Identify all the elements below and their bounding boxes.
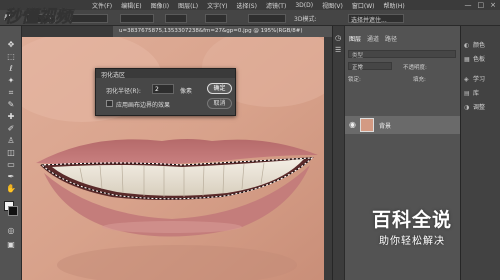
window-controls: — □ × — [465, 1, 497, 9]
feather-radius-label: 羽化半径(R): — [106, 88, 141, 95]
apply-canvas-bounds-label: 应用画布边界的效果 — [116, 102, 171, 109]
feather-radius-input[interactable]: 2 — [152, 84, 174, 94]
height-field[interactable] — [205, 14, 227, 23]
background-color-swatch[interactable] — [8, 206, 18, 216]
pen-tool-icon[interactable]: ✒ — [3, 172, 19, 181]
menu-window[interactable]: 窗口(W) — [352, 1, 375, 10]
menu-select[interactable]: 选择(S) — [236, 1, 257, 10]
opacity-label: 不透明度: — [403, 65, 427, 71]
gradient-tool-icon[interactable]: ▭ — [3, 160, 19, 169]
apply-canvas-bounds-checkbox[interactable] — [106, 100, 113, 107]
hand-tool-icon[interactable]: ✋ — [3, 184, 19, 193]
dock-item-learn[interactable]: ◈ 学习 — [464, 74, 500, 86]
dock-item-color[interactable]: ◐ 颜色 — [464, 40, 500, 52]
select-and-mask-button[interactable]: 选择并遮住... — [348, 14, 404, 24]
document-tab[interactable]: u=3837675875,1353307238&fm=27&gp=0.jpg @… — [113, 26, 333, 37]
magic-wand-icon[interactable]: ✦ — [3, 76, 19, 85]
move-tool-icon[interactable]: ✥ — [3, 40, 19, 49]
properties-icon[interactable]: ☰ — [335, 46, 341, 54]
watermark: 百科全说 助你轻松解决 — [352, 205, 472, 255]
tab-channels[interactable]: 通道 — [367, 34, 379, 45]
tab-layers[interactable]: 图层 — [349, 34, 361, 45]
panel-icon-strip: ◷ ☰ — [332, 26, 344, 280]
minimize-button[interactable]: — — [465, 1, 472, 9]
lock-label: 锁定: — [348, 77, 361, 83]
video-logo: 秒懂视频 — [2, 4, 92, 30]
menu-edit[interactable]: 编辑(E) — [121, 1, 141, 10]
menu-image[interactable]: 图像(I) — [151, 1, 169, 10]
menu-file[interactable]: 文件(F) — [92, 1, 112, 10]
layer-name: 背景 — [379, 123, 392, 130]
menu-view[interactable]: 视图(V) — [322, 1, 343, 10]
dock-item-adjustments[interactable]: ◑ 调整 — [464, 102, 500, 114]
width-field[interactable] — [165, 14, 187, 23]
visibility-eye-icon[interactable]: ◉ — [349, 120, 356, 129]
library-icon: ▤ — [464, 90, 470, 97]
style-select[interactable] — [120, 14, 154, 23]
tools-panel: ✥ ⬚ ℓ ✦ ⌗ ✎ ✚ ✐ ♙ ◫ ▭ ✒ ✋ ◎ ▣ — [0, 26, 22, 280]
dock-item-swatches[interactable]: ▦ 色板 — [464, 54, 500, 66]
stamp-tool-icon[interactable]: ♙ — [3, 136, 19, 145]
screen-mode-icon[interactable]: ▣ — [3, 240, 19, 249]
watermark-title: 百科全说 — [371, 209, 452, 231]
quick-mask-icon[interactable]: ◎ — [3, 226, 19, 235]
mode-3d-label: 3D模式: — [294, 16, 317, 23]
canvas-scrollbar[interactable] — [324, 37, 332, 280]
eyedropper-icon[interactable]: ✎ — [3, 100, 19, 109]
history-icon[interactable]: ◷ — [335, 34, 341, 42]
cancel-button[interactable]: 取消 — [207, 98, 232, 109]
layer-kind-filter[interactable]: 类型 — [348, 50, 456, 59]
menu-help[interactable]: 帮助(H) — [384, 1, 405, 10]
menu-3d[interactable]: 3D(D) — [295, 2, 313, 9]
maximize-button[interactable]: □ — [478, 1, 485, 9]
feather-selection-dialog: 羽化选区 羽化半径(R): 2 像素 确定 取消 应用画布边界的效果 — [95, 68, 236, 116]
close-button[interactable]: × — [490, 1, 496, 9]
lasso-icon[interactable]: ℓ — [3, 64, 19, 73]
dock-item-libraries[interactable]: ▤ 库 — [464, 88, 500, 100]
watermark-subtitle: 助你轻松解决 — [379, 236, 445, 247]
menu-type[interactable]: 文字(Y) — [207, 1, 227, 10]
tab-paths[interactable]: 路径 — [385, 34, 397, 45]
extra-options[interactable] — [248, 14, 286, 23]
marquee-tool-icon[interactable]: ⬚ — [3, 52, 19, 61]
dialog-title: 羽化选区 — [96, 69, 235, 79]
fill-label: 填充: — [413, 77, 426, 83]
layer-thumbnail — [360, 118, 374, 132]
adjustments-icon: ◑ — [464, 104, 470, 111]
color-icon: ◐ — [464, 42, 470, 49]
menu-layer[interactable]: 图层(L) — [178, 1, 198, 10]
eraser-tool-icon[interactable]: ◫ — [3, 148, 19, 157]
panel-tabs: 图层 通道 路径 — [345, 34, 460, 45]
healing-brush-icon[interactable]: ✚ — [3, 112, 19, 121]
ok-button[interactable]: 确定 — [207, 83, 232, 94]
brush-tool-icon[interactable]: ✐ — [3, 124, 19, 133]
swatches-icon: ▦ — [464, 56, 470, 63]
feather-radius-unit: 像素 — [180, 88, 193, 95]
svg-text:秒懂视频: 秒懂视频 — [4, 7, 75, 27]
crop-tool-icon[interactable]: ⌗ — [3, 88, 19, 97]
layer-row[interactable]: ◉ 背景 — [345, 116, 460, 134]
blend-mode-select[interactable]: 正常 — [348, 62, 392, 71]
learn-icon: ◈ — [464, 76, 469, 83]
menu-filter[interactable]: 滤镜(T) — [266, 1, 286, 10]
